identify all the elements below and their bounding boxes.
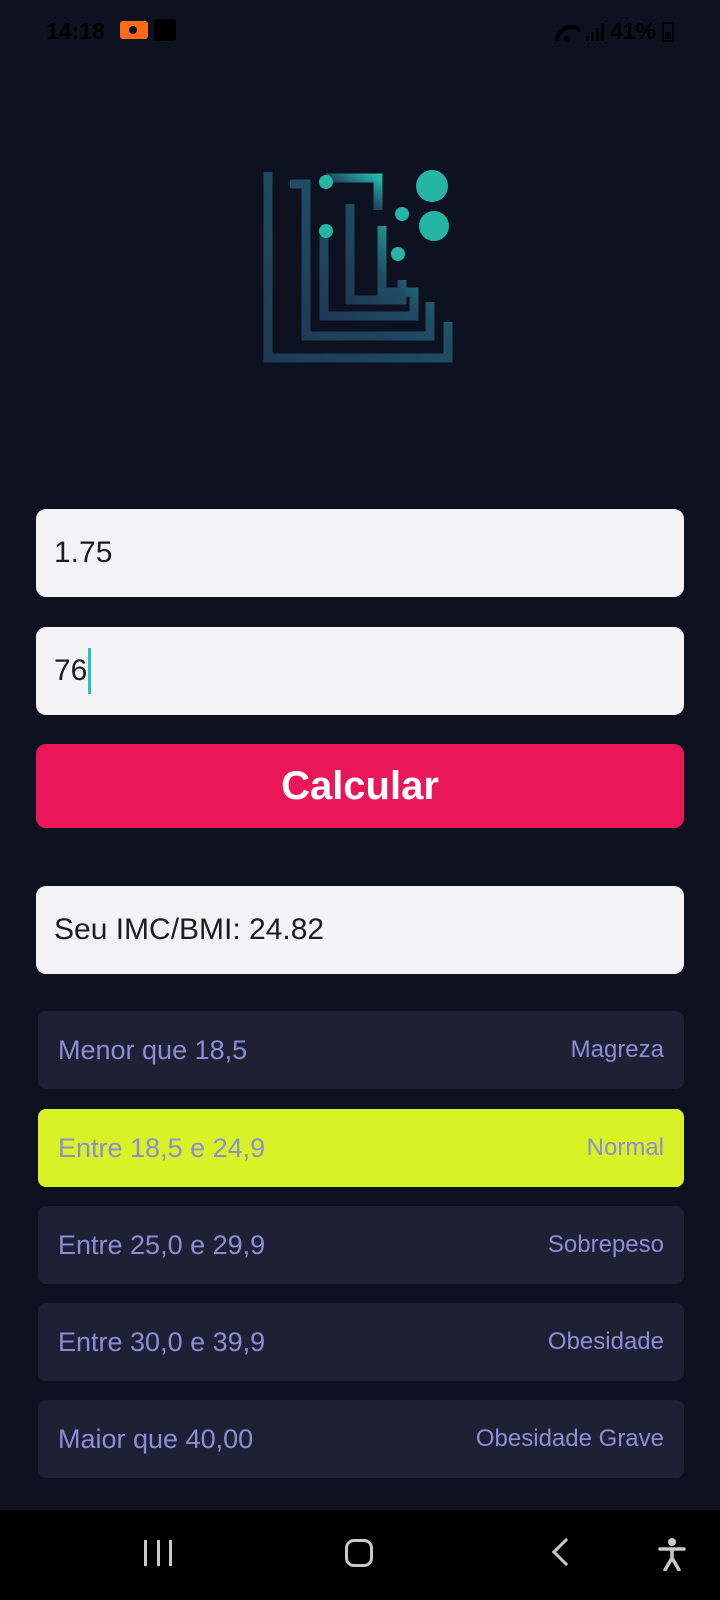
media-icon bbox=[154, 19, 176, 41]
wifi-icon bbox=[554, 22, 580, 42]
recent-apps-icon[interactable] bbox=[144, 1540, 172, 1566]
signal-icon bbox=[585, 22, 604, 41]
screen: 14:18 41% 1.75 76 Calcular Seu IMC/BMI: … bbox=[0, 0, 720, 1600]
status-right: 41% bbox=[554, 18, 674, 45]
bmi-result: Seu IMC/BMI: 24.82 bbox=[36, 886, 684, 974]
bmi-range: Entre 25,0 e 29,9 bbox=[58, 1229, 266, 1260]
accessibility-icon[interactable] bbox=[658, 1537, 686, 1571]
height-input[interactable]: 1.75 bbox=[36, 509, 684, 597]
bmi-classification: Obesidade bbox=[547, 1328, 664, 1355]
bmi-classification: Normal bbox=[586, 1134, 664, 1161]
bmi-row-sobrepeso: Entre 25,0 e 29,9 Sobrepeso bbox=[38, 1206, 684, 1284]
weight-input-value: 76 bbox=[54, 654, 88, 687]
battery-icon bbox=[662, 21, 674, 42]
text-cursor bbox=[88, 648, 92, 694]
status-bar: 14:18 41% bbox=[0, 0, 720, 62]
bmi-range: Entre 18,5 e 24,9 bbox=[58, 1132, 266, 1163]
battery-percent: 41% bbox=[609, 18, 656, 44]
bmi-classification: Magreza bbox=[570, 1036, 664, 1063]
bmi-row-obesidade-grave: Maior que 40,00 Obesidade Grave bbox=[38, 1400, 684, 1478]
recording-icon bbox=[120, 21, 148, 39]
bmi-row-obesidade: Entre 30,0 e 39,9 Obesidade bbox=[38, 1303, 684, 1381]
status-time: 14:18 bbox=[46, 18, 105, 44]
bmi-classification: Obesidade Grave bbox=[475, 1425, 664, 1452]
calculate-button[interactable]: Calcular bbox=[36, 744, 684, 828]
app-logo bbox=[263, 170, 453, 363]
navigation-bar bbox=[0, 1510, 720, 1600]
height-input-value: 1.75 bbox=[54, 536, 113, 569]
weight-input[interactable]: 76 bbox=[36, 627, 684, 715]
bmi-range: Entre 30,0 e 39,9 bbox=[58, 1326, 266, 1357]
bmi-result-text: Seu IMC/BMI: 24.82 bbox=[54, 913, 325, 946]
bmi-range: Menor que 18,5 bbox=[58, 1034, 248, 1065]
bmi-row-magreza: Menor que 18,5 Magreza bbox=[38, 1011, 684, 1089]
home-icon[interactable] bbox=[345, 1539, 373, 1567]
back-icon[interactable] bbox=[551, 1537, 581, 1567]
bmi-classification: Sobrepeso bbox=[547, 1231, 664, 1258]
bmi-row-normal: Entre 18,5 e 24,9 Normal bbox=[38, 1109, 684, 1187]
bmi-range: Maior que 40,00 bbox=[58, 1423, 254, 1454]
